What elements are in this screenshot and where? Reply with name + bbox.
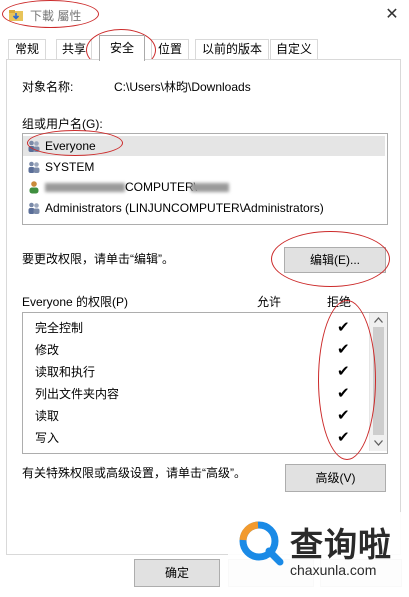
redacted-name bbox=[191, 183, 229, 192]
tab-security[interactable]: 安全 bbox=[99, 35, 145, 61]
permission-label: 写入 bbox=[35, 431, 60, 445]
ok-button[interactable]: 确定 bbox=[134, 559, 220, 587]
deny-annotation bbox=[318, 300, 376, 460]
permission-label: 修改 bbox=[35, 343, 60, 357]
tab-previous-versions[interactable]: 以前的版本 bbox=[195, 39, 269, 59]
watermark: 查询啦 chaxunla.com bbox=[228, 512, 404, 592]
watermark-url: chaxunla.com bbox=[290, 562, 377, 578]
permission-label: 读取 bbox=[35, 409, 60, 423]
watermark-logo-icon bbox=[239, 521, 284, 566]
group-icon bbox=[28, 161, 40, 173]
tab-location[interactable]: 位置 bbox=[151, 39, 189, 59]
permission-row: 写入 ✔ bbox=[23, 427, 363, 449]
list-item-system[interactable]: SYSTEM bbox=[23, 157, 385, 177]
permissions-label: Everyone 的权限(P) bbox=[22, 295, 129, 309]
edit-annotation bbox=[271, 231, 390, 287]
permission-row: 读取 ✔ bbox=[23, 405, 363, 427]
everyone-annotation bbox=[27, 130, 123, 156]
permission-label: 完全控制 bbox=[35, 321, 84, 335]
list-item-user[interactable]: COMPUTER\ bbox=[23, 177, 385, 197]
tab-general[interactable]: 常规 bbox=[8, 39, 46, 59]
permission-row: 列出文件夹内容 ✔ bbox=[23, 383, 363, 405]
user-label: Administrators (LINJUNCOMPUTER\Administr… bbox=[45, 201, 324, 215]
user-icon bbox=[29, 181, 39, 194]
group-icon bbox=[28, 202, 40, 214]
permission-label: 列出文件夹内容 bbox=[35, 387, 120, 401]
scroll-down-icon[interactable] bbox=[374, 440, 383, 446]
close-icon[interactable]: ✕ bbox=[382, 5, 402, 25]
redacted-name bbox=[45, 183, 125, 192]
advanced-hint: 有关特殊权限或高级设置，请单击“高级”。 bbox=[22, 466, 246, 480]
scroll-up-icon[interactable] bbox=[374, 317, 383, 323]
permission-label: 读取和执行 bbox=[35, 365, 96, 379]
tab-customize[interactable]: 自定义 bbox=[270, 39, 318, 59]
allow-header: 允许 bbox=[257, 295, 282, 309]
advanced-button[interactable]: 高级(V) bbox=[285, 464, 386, 492]
title-annotation bbox=[2, 0, 99, 28]
list-item-administrators[interactable]: Administrators (LINJUNCOMPUTER\Administr… bbox=[23, 198, 385, 218]
watermark-text: 查询啦 bbox=[290, 525, 392, 564]
object-name-value: C:\Users\林昀\Downloads bbox=[114, 80, 251, 94]
user-label: SYSTEM bbox=[45, 160, 95, 174]
object-name-label: 对象名称: bbox=[22, 80, 74, 94]
permission-row: 读取和执行 ✔ bbox=[23, 361, 363, 383]
permission-row: 完全控制 ✔ bbox=[23, 317, 363, 339]
edit-hint: 要更改权限，请单击“编辑”。 bbox=[22, 252, 174, 266]
permission-row: 修改 ✔ bbox=[23, 339, 363, 361]
user-label: COMPUTER\ bbox=[125, 180, 197, 194]
